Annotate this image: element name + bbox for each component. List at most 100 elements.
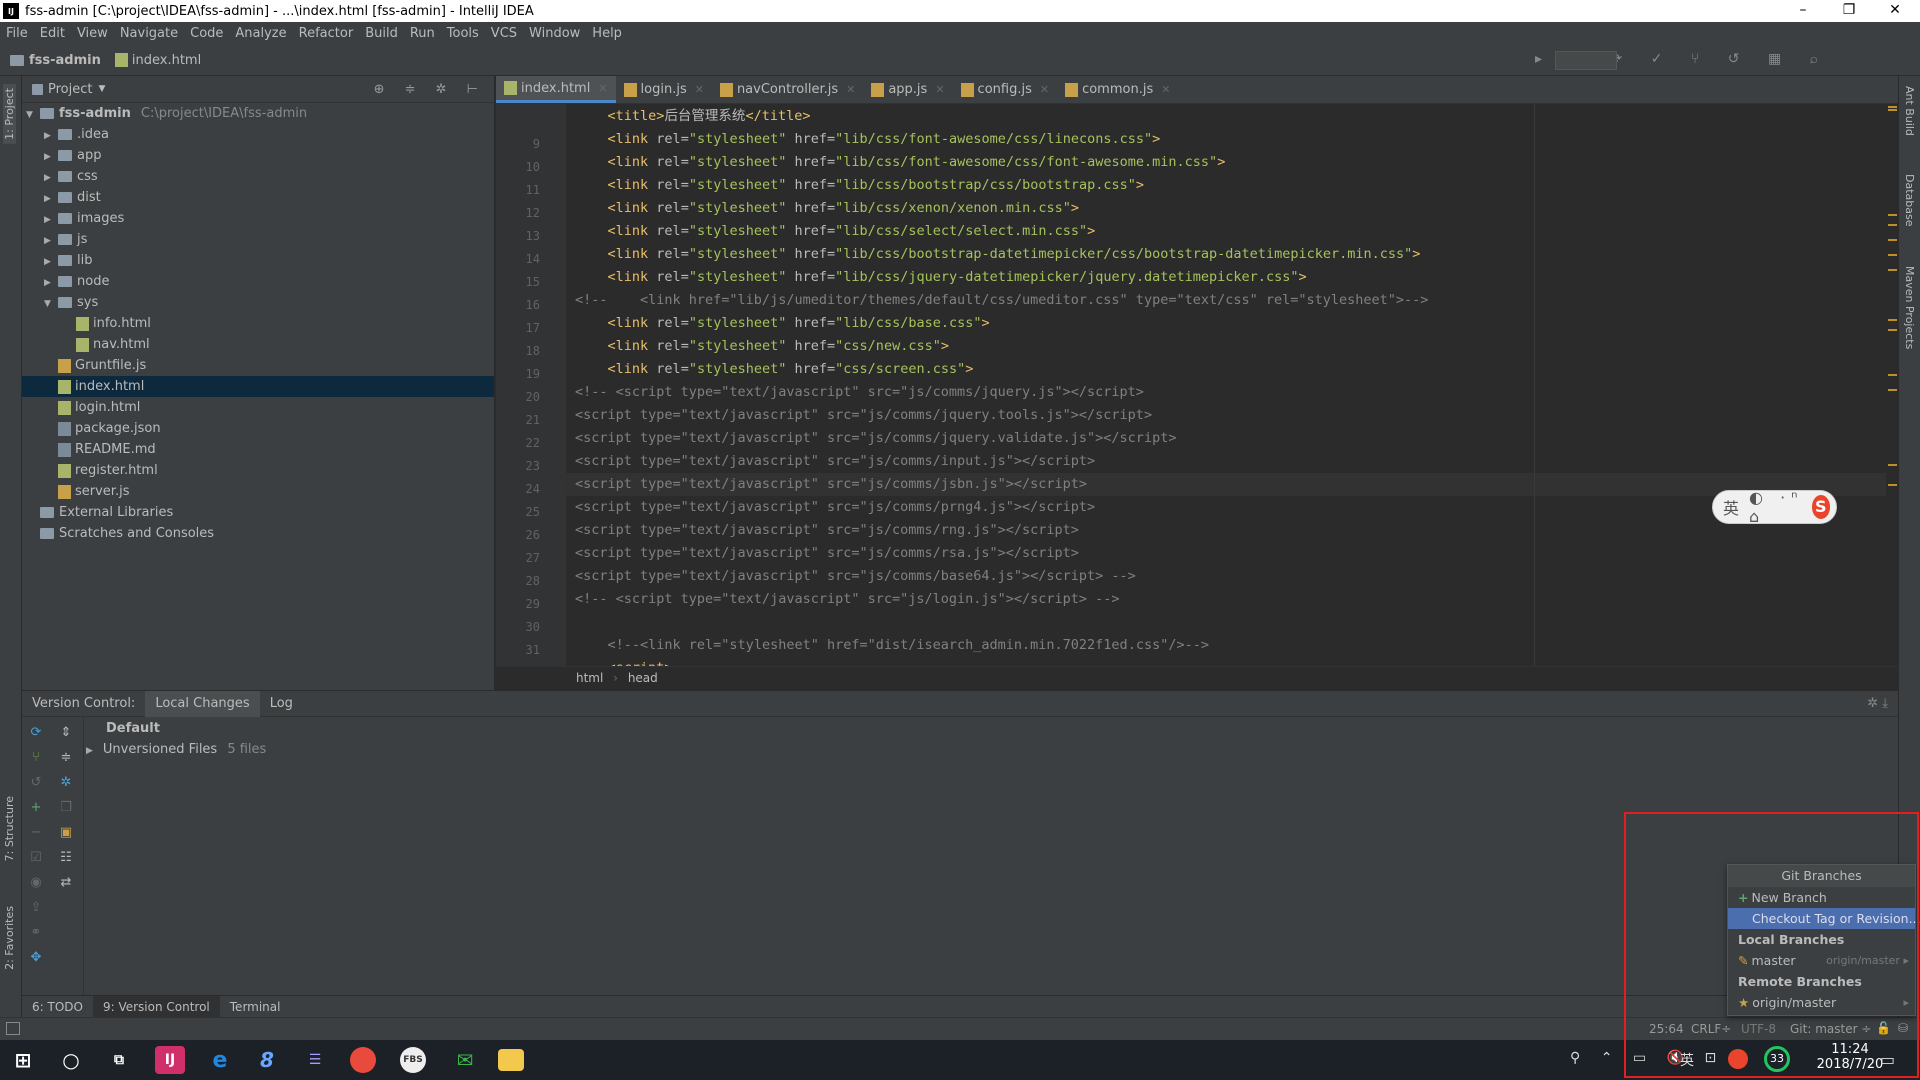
close-tab-icon[interactable]: ✕	[1161, 83, 1170, 96]
nav-project[interactable]: fss-admin	[29, 53, 101, 68]
tree-item[interactable]: ▶ app	[22, 145, 494, 166]
collapse-all-icon[interactable]: ≑	[58, 750, 74, 766]
checkout-tag-item[interactable]: Checkout Tag or Revision...	[1728, 908, 1920, 929]
warning-marker[interactable]	[1888, 319, 1897, 321]
tree-item[interactable]: Gruntfile.js	[22, 355, 494, 376]
tab-log[interactable]: Log	[260, 691, 303, 717]
shelve-icon[interactable]: ◉	[28, 875, 44, 891]
expand-arrow-icon[interactable]: ▶	[44, 273, 58, 294]
structure-tool-button[interactable]: 7: Structure	[3, 796, 16, 861]
local-branch-master[interactable]: ✎ master origin/master ▸	[1728, 950, 1915, 971]
maximize-button[interactable]: ❐	[1826, 0, 1872, 22]
git-branch-widget[interactable]: Git: master ÷	[1790, 1022, 1871, 1036]
menu-code[interactable]: Code	[190, 26, 223, 41]
line-separator[interactable]: CRLF÷	[1691, 1022, 1731, 1036]
chevron-down-icon[interactable]: ▼	[98, 84, 105, 94]
refresh-icon[interactable]: ⟳	[28, 725, 44, 741]
new-branch-item[interactable]: + New Branch	[1728, 887, 1915, 908]
warning-marker[interactable]	[1888, 389, 1897, 391]
tree-item[interactable]: index.html	[22, 376, 494, 397]
caret-position[interactable]: 25:64	[1649, 1022, 1684, 1036]
rollback-icon[interactable]: ↺	[28, 775, 44, 791]
warning-marker[interactable]	[1888, 254, 1897, 256]
breadcrumb-html[interactable]: html	[576, 671, 603, 685]
expand-all-icon[interactable]: ⇕	[58, 725, 74, 741]
minimize-button[interactable]: –	[1780, 0, 1826, 22]
app-fbs-icon[interactable]: FBS	[400, 1047, 426, 1073]
menu-run[interactable]: Run	[410, 26, 435, 41]
copy-icon[interactable]: ❐	[58, 800, 74, 816]
code-line[interactable]: <!-- <script type="text/javascript" src=…	[575, 588, 1120, 611]
close-button[interactable]: ✕	[1872, 0, 1918, 22]
breadcrumb-head[interactable]: head	[628, 671, 658, 685]
remote-branch-origin-master[interactable]: ★ origin/master ▸	[1728, 992, 1915, 1013]
tree-item[interactable]: ▶ js	[22, 229, 494, 250]
menu-edit[interactable]: Edit	[40, 26, 65, 41]
tab-app-js[interactable]: app.js ✕	[863, 76, 952, 103]
todo-tool-button[interactable]: 6: TODO	[22, 996, 93, 1018]
code-line[interactable]: <link rel="stylesheet" href="lib/css/xen…	[575, 197, 1080, 220]
warning-marker[interactable]	[1888, 106, 1897, 108]
expand-arrow-icon[interactable]: ▶	[44, 147, 58, 168]
remove-changelist-icon[interactable]: −	[28, 825, 44, 841]
expand-arrow-icon[interactable]: ▶	[44, 252, 58, 273]
tree-item[interactable]: ▶ lib	[22, 250, 494, 271]
ant-build-tool-button[interactable]: Ant Build	[1903, 86, 1916, 136]
tree-item[interactable]: ▶ images	[22, 208, 494, 229]
close-tab-icon[interactable]: ✕	[598, 82, 607, 95]
file-explorer-icon[interactable]	[498, 1049, 524, 1071]
database-tool-button[interactable]: Database	[1903, 174, 1916, 227]
tree-item[interactable]: ▶ dist	[22, 187, 494, 208]
nav-file[interactable]: index.html	[132, 53, 201, 68]
show-diff-icon[interactable]: ⇄	[58, 875, 74, 891]
code-line[interactable]: <script type="text/javascript" src="js/c…	[575, 404, 1152, 427]
preview-diff-icon[interactable]: ▣	[58, 825, 74, 841]
chrome-icon[interactable]	[350, 1047, 376, 1073]
code-line[interactable]: <script type="text/javascript" src="js/c…	[575, 473, 1087, 496]
expand-arrow-icon[interactable]: ▶	[44, 189, 58, 210]
close-tab-icon[interactable]: ✕	[935, 83, 944, 96]
terminal-tool-button[interactable]: Terminal	[220, 996, 291, 1018]
code-line[interactable]: <link rel="stylesheet" href="lib/css/bas…	[575, 312, 990, 335]
expand-arrow-icon[interactable]: ▶	[44, 231, 58, 252]
app-icon[interactable]: 8	[252, 1046, 282, 1074]
code-line[interactable]: <link rel="stylesheet" href="lib/css/fon…	[575, 128, 1161, 151]
code-line[interactable]: <script type="text/javascript" src="js/c…	[575, 542, 1079, 565]
export-icon[interactable]: ⇪	[28, 900, 44, 916]
tree-item[interactable]: ▼ fss-admin C:\project\IDEA\fss-admin	[22, 103, 494, 124]
tree-item[interactable]: ▼ sys	[22, 292, 494, 313]
new-changelist-icon[interactable]: +	[28, 800, 44, 816]
warning-marker[interactable]	[1888, 269, 1897, 271]
code-line[interactable]: <link rel="stylesheet" href="lib/css/fon…	[575, 151, 1226, 174]
tree-item[interactable]: register.html	[22, 460, 494, 481]
expand-arrow-icon[interactable]: ▶	[44, 168, 58, 189]
code-line[interactable]: <script type="text/javascript" src="js/c…	[575, 519, 1079, 542]
expand-arrow-icon[interactable]: ▶	[86, 746, 93, 756]
expand-arrow-icon[interactable]: ▶	[44, 210, 58, 231]
set-active-changelist-icon[interactable]: ☑	[28, 850, 44, 866]
group-by-icon[interactable]: ☷	[58, 850, 74, 866]
tray-badge[interactable]: 33	[1764, 1046, 1790, 1072]
favorites-tool-button[interactable]: 2: Favorites	[3, 906, 16, 970]
warning-marker[interactable]	[1888, 374, 1897, 376]
expand-arrow-icon[interactable]: ▼	[26, 105, 40, 126]
menu-tools[interactable]: Tools	[447, 26, 479, 41]
warning-marker[interactable]	[1888, 464, 1897, 466]
project-panel-tools[interactable]: ⊕ ≑ ✲ ⊢	[374, 82, 486, 97]
menu-refactor[interactable]: Refactor	[299, 26, 354, 41]
close-tab-icon[interactable]: ✕	[695, 83, 704, 96]
tree-item[interactable]: ▶ css	[22, 166, 494, 187]
code-line[interactable]: <script type="text/javascript" src="js/c…	[575, 565, 1136, 588]
changelist-default[interactable]: Default	[106, 721, 160, 736]
maven-tool-button[interactable]: Maven Projects	[1903, 266, 1916, 349]
panel-settings-icon[interactable]: ✲ ⤓	[1857, 691, 1898, 717]
notification-icon[interactable]: ▭	[1880, 1050, 1895, 1069]
warning-marker[interactable]	[1888, 484, 1897, 486]
menu-build[interactable]: Build	[365, 26, 398, 41]
settings-icon[interactable]: ✲	[58, 775, 74, 791]
search-icon[interactable]: ○	[56, 1046, 86, 1074]
menu-help[interactable]: Help	[592, 26, 622, 41]
task-view-icon[interactable]: ⧉	[104, 1046, 134, 1074]
menu-analyze[interactable]: Analyze	[235, 26, 286, 41]
version-control-tool-button[interactable]: 9: Version Control	[92, 995, 220, 1018]
